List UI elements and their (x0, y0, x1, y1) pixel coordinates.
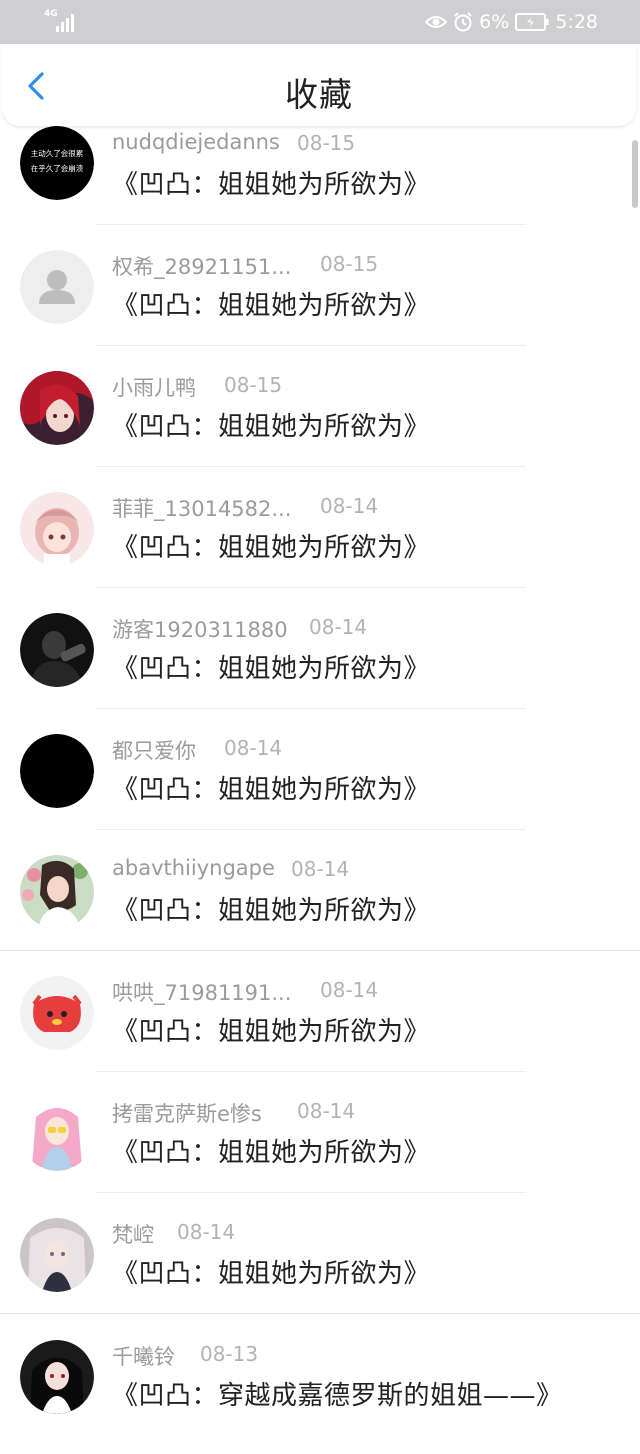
favorite-date: 08-14 (177, 1220, 236, 1244)
list-item[interactable]: 主动久了会很累 在乎久了会崩溃 nudqdiejedanns 08-15 《凹凸：姐姐… (0, 122, 640, 243)
list-item[interactable]: 小雨儿鸭 08-15 《凹凸：姐姐她为所欲为》 (0, 364, 640, 485)
list-item[interactable]: 千曦铃 08-13 《凹凸：穿越成嘉德罗斯的姐姐——》 (0, 1333, 640, 1454)
user-name[interactable]: 都只爱你 (112, 735, 196, 765)
user-name[interactable]: 菲菲_13014582... (112, 493, 291, 523)
book-title[interactable]: 《凹凸：穿越成嘉德罗斯的姐姐——》 (112, 1375, 563, 1412)
book-title[interactable]: 《凹凸：姐姐她为所欲为》 (112, 890, 430, 927)
list-item[interactable]: 哄哄_71981191... 08-14 《凹凸：姐姐她为所欲为》 (0, 969, 640, 1090)
signal-icon (56, 14, 74, 32)
avatar[interactable] (20, 250, 94, 324)
divider (96, 224, 526, 225)
book-title[interactable]: 《凹凸：姐姐她为所欲为》 (112, 285, 430, 322)
user-name[interactable]: 权希_28921151... (112, 251, 291, 281)
avatar[interactable] (20, 976, 94, 1050)
user-name[interactable]: abavthiiyngape (112, 856, 275, 880)
divider (96, 466, 526, 467)
favorite-date: 08-14 (320, 494, 379, 518)
avatar-caption-2: 在乎久了会崩溃 (31, 163, 84, 173)
status-bar: 4G 6% 5:28 (0, 0, 640, 44)
list-item[interactable]: 梵崆 08-14 《凹凸：姐姐她为所欲为》 (0, 1211, 640, 1332)
user-name[interactable]: 千曦铃 (112, 1341, 175, 1371)
user-name[interactable]: 哄哄_71981191... (112, 977, 291, 1007)
battery-percent: 6% (479, 11, 510, 33)
page-title: 收藏 (285, 75, 353, 114)
favorite-date: 08-15 (297, 131, 356, 155)
list-item[interactable]: 游客1920311880 08-14 《凹凸：姐姐她为所欲为》 (0, 606, 640, 727)
book-title[interactable]: 《凹凸：姐姐她为所欲为》 (112, 1253, 430, 1290)
divider (0, 950, 640, 951)
divider (96, 345, 526, 346)
avatar[interactable] (20, 1097, 94, 1171)
favorite-date: 08-14 (320, 978, 379, 1002)
list-item[interactable]: 拷雷克萨斯e惨s 08-14 《凹凸：姐姐她为所欲为》 (0, 1090, 640, 1211)
avatar[interactable] (20, 855, 94, 929)
user-name[interactable]: 拷雷克萨斯e惨s (112, 1098, 262, 1128)
avatar[interactable] (20, 492, 94, 566)
avatar[interactable] (20, 1218, 94, 1292)
divider (96, 1192, 526, 1193)
divider (96, 708, 526, 709)
eye-icon (425, 16, 448, 28)
avatar[interactable] (20, 1340, 94, 1414)
avatar[interactable] (20, 734, 94, 808)
battery-icon (515, 13, 549, 31)
list-item[interactable]: 都只爱你 08-14 《凹凸：姐姐她为所欲为》 (0, 727, 640, 848)
scrollbar[interactable] (632, 140, 638, 208)
avatar[interactable] (20, 371, 94, 445)
divider (96, 587, 526, 588)
avatar[interactable] (20, 613, 94, 687)
list-item[interactable]: 菲菲_13014582... 08-14 《凹凸：姐姐她为所欲为》 (0, 485, 640, 606)
book-title[interactable]: 《凹凸：姐姐她为所欲为》 (112, 164, 430, 201)
user-name[interactable]: 游客1920311880 (112, 614, 288, 644)
divider (96, 1071, 526, 1072)
list-item[interactable]: 权希_28921151... 08-15 《凹凸：姐姐她为所欲为》 (0, 243, 640, 364)
top-bar: 收藏 (2, 44, 636, 126)
avatar[interactable]: 主动久了会很累 在乎久了会崩溃 (20, 126, 94, 200)
favorite-date: 08-13 (200, 1342, 259, 1366)
favorite-date: 08-15 (224, 373, 283, 397)
book-title[interactable]: 《凹凸：姐姐她为所欲为》 (112, 769, 430, 806)
book-title[interactable]: 《凹凸：姐姐她为所欲为》 (112, 406, 430, 443)
avatar-caption-1: 主动久了会很累 (31, 148, 84, 158)
user-name[interactable]: 小雨儿鸭 (112, 372, 196, 402)
clock-time: 5:28 (555, 11, 598, 33)
book-title[interactable]: 《凹凸：姐姐她为所欲为》 (112, 1011, 430, 1048)
favorite-date: 08-15 (320, 252, 379, 276)
list-item[interactable]: abavthiiyngape 08-14 《凹凸：姐姐她为所欲为》 (0, 848, 640, 969)
alarm-icon (454, 12, 472, 32)
divider (0, 1313, 640, 1314)
favorite-date: 08-14 (224, 736, 283, 760)
divider (96, 829, 526, 830)
book-title[interactable]: 《凹凸：姐姐她为所欲为》 (112, 1132, 430, 1169)
favorite-date: 08-14 (309, 615, 368, 639)
user-name[interactable]: 梵崆 (112, 1219, 154, 1249)
book-title[interactable]: 《凹凸：姐姐她为所欲为》 (112, 527, 430, 564)
favorite-date: 08-14 (291, 857, 350, 881)
favorite-date: 08-14 (297, 1099, 356, 1123)
user-name[interactable]: nudqdiejedanns (112, 130, 280, 154)
book-title[interactable]: 《凹凸：姐姐她为所欲为》 (112, 648, 430, 685)
